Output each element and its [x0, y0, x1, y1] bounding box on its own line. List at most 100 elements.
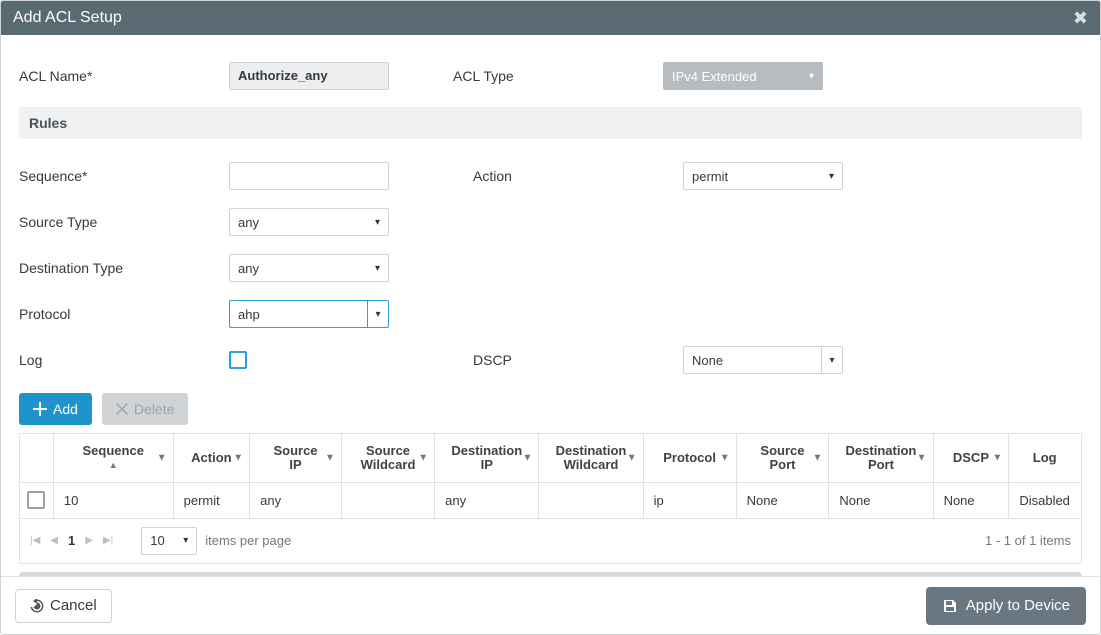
cell-destination-wildcard — [539, 482, 643, 518]
pager-prev-icon[interactable]: ◀ — [50, 535, 58, 546]
acl-name-field[interactable]: Authorize_any — [229, 62, 389, 90]
chevron-down-icon[interactable]: ▼ — [720, 452, 730, 463]
dscp-select[interactable]: None ▾ — [683, 346, 843, 374]
chevron-down-icon: ▾ — [809, 71, 814, 82]
row-destination-type: Destination Type any ▾ — [19, 245, 1082, 291]
pager-range: 1 - 1 of 1 items — [985, 533, 1071, 548]
items-per-page-value: 10 — [150, 533, 164, 548]
apply-button-label: Apply to Device — [966, 597, 1070, 614]
col-source-port[interactable]: SourcePort ▼ — [736, 434, 829, 482]
dscp-label: DSCP — [473, 352, 683, 368]
add-acl-setup-dialog: Add ACL Setup ✖ ACL Name* Authorize_any … — [0, 0, 1101, 635]
row-log-dscp: Log DSCP None ▾ — [19, 337, 1082, 383]
cell-source-ip: any — [250, 482, 342, 518]
cancel-button[interactable]: Cancel — [15, 589, 112, 623]
cell-action: permit — [173, 482, 250, 518]
log-checkbox[interactable] — [229, 351, 247, 369]
chevron-down-icon[interactable]: ▾ — [367, 300, 389, 328]
table-row[interactable]: 10 permit any any ip None None None Disa… — [20, 482, 1080, 518]
cell-destination-ip: any — [435, 482, 539, 518]
chevron-down-icon[interactable]: ▼ — [157, 452, 167, 463]
row-acl-name-type: ACL Name* Authorize_any ACL Type IPv4 Ex… — [19, 53, 1082, 99]
dialog-header: Add ACL Setup ✖ — [1, 1, 1100, 35]
cell-dscp: None — [933, 482, 1009, 518]
col-dscp[interactable]: DSCP ▼ — [933, 434, 1009, 482]
sequence-input[interactable] — [229, 162, 389, 190]
log-label: Log — [19, 352, 229, 368]
col-destination-port[interactable]: DestinationPort ▼ — [829, 434, 933, 482]
col-sequence[interactable]: Sequence▲ ▼ — [53, 434, 173, 482]
cell-destination-port: None — [829, 482, 933, 518]
row-source-type: Source Type any ▾ — [19, 199, 1082, 245]
protocol-label: Protocol — [19, 306, 229, 322]
items-per-page-label: items per page — [205, 533, 291, 548]
rules-table-container: Sequence▲ ▼ Action ▼ SourceIP ▼ Source — [19, 433, 1082, 564]
pager-first-icon[interactable]: |◀ — [30, 535, 40, 546]
sort-asc-icon: ▲ — [109, 458, 118, 472]
rules-section-heading: Rules — [19, 107, 1082, 139]
chevron-down-icon: ▾ — [375, 263, 380, 274]
col-protocol[interactable]: Protocol ▼ — [643, 434, 736, 482]
pager-nav: |◀ ◀ 1 ▶ ▶| — [30, 533, 113, 548]
pager-last-icon[interactable]: ▶| — [103, 535, 113, 546]
pager-page: 1 — [68, 533, 75, 548]
source-type-value: any — [238, 215, 259, 230]
row-sequence-action: Sequence* Action permit ▾ — [19, 153, 1082, 199]
row-protocol: Protocol ahp ▾ — [19, 291, 1082, 337]
col-select-all[interactable] — [20, 434, 53, 482]
chevron-down-icon[interactable]: ▼ — [917, 452, 927, 463]
pager-next-icon[interactable]: ▶ — [85, 535, 93, 546]
chevron-down-icon[interactable]: ▼ — [992, 452, 1002, 463]
acl-name-label: ACL Name* — [19, 68, 229, 84]
action-value: permit — [692, 169, 728, 184]
dialog-body: ACL Name* Authorize_any ACL Type IPv4 Ex… — [1, 35, 1100, 576]
pager: |◀ ◀ 1 ▶ ▶| 10 ▾ items per page 1 - — [20, 519, 1081, 563]
undo-icon — [30, 599, 44, 613]
dialog-footer: Cancel Apply to Device — [1, 576, 1100, 634]
table-header-row: Sequence▲ ▼ Action ▼ SourceIP ▼ Source — [20, 434, 1080, 482]
col-destination-wildcard[interactable]: DestinationWildcard ▼ — [539, 434, 643, 482]
apply-to-device-button[interactable]: Apply to Device — [926, 587, 1086, 625]
chevron-down-icon[interactable]: ▼ — [233, 452, 243, 463]
plus-icon — [33, 402, 47, 416]
x-icon — [116, 403, 128, 415]
protocol-select[interactable]: ahp ▾ — [229, 300, 389, 328]
cell-sequence: 10 — [53, 482, 173, 518]
acl-type-label: ACL Type — [453, 68, 663, 84]
chevron-down-icon: ▾ — [375, 217, 380, 228]
row-checkbox[interactable] — [27, 491, 45, 509]
delete-button-label: Delete — [134, 401, 174, 417]
dialog-title: Add ACL Setup — [13, 9, 122, 27]
chevron-down-icon[interactable]: ▼ — [522, 452, 532, 463]
acl-type-value: IPv4 Extended — [672, 69, 757, 84]
acl-type-select: IPv4 Extended ▾ — [663, 62, 823, 90]
destination-type-label: Destination Type — [19, 260, 229, 276]
source-type-select[interactable]: any ▾ — [229, 208, 389, 236]
action-select[interactable]: permit ▾ — [683, 162, 843, 190]
add-button[interactable]: Add — [19, 393, 92, 425]
col-source-wildcard[interactable]: SourceWildcard ▼ — [341, 434, 434, 482]
chevron-down-icon: ▾ — [183, 535, 188, 546]
cell-source-wildcard — [341, 482, 434, 518]
col-destination-ip[interactable]: DestinationIP ▼ — [435, 434, 539, 482]
col-source-ip[interactable]: SourceIP ▼ — [250, 434, 342, 482]
chevron-down-icon[interactable]: ▼ — [812, 452, 822, 463]
chevron-down-icon: ▾ — [829, 171, 834, 182]
col-action[interactable]: Action ▼ — [173, 434, 250, 482]
cell-log: Disabled — [1009, 482, 1080, 518]
chevron-down-icon[interactable]: ▼ — [627, 452, 637, 463]
cancel-button-label: Cancel — [50, 597, 97, 614]
destination-type-select[interactable]: any ▾ — [229, 254, 389, 282]
sequence-label: Sequence* — [19, 168, 229, 184]
dscp-value: None — [692, 353, 723, 368]
source-type-label: Source Type — [19, 214, 229, 230]
items-per-page-select[interactable]: 10 ▾ — [141, 527, 197, 555]
chevron-down-icon[interactable]: ▼ — [325, 452, 335, 463]
cell-source-port: None — [736, 482, 829, 518]
destination-type-value: any — [238, 261, 259, 276]
close-icon[interactable]: ✖ — [1073, 9, 1088, 27]
chevron-down-icon[interactable]: ▾ — [821, 346, 843, 374]
chevron-down-icon[interactable]: ▼ — [418, 452, 428, 463]
col-log[interactable]: Log — [1009, 434, 1080, 482]
delete-button: Delete — [102, 393, 188, 425]
